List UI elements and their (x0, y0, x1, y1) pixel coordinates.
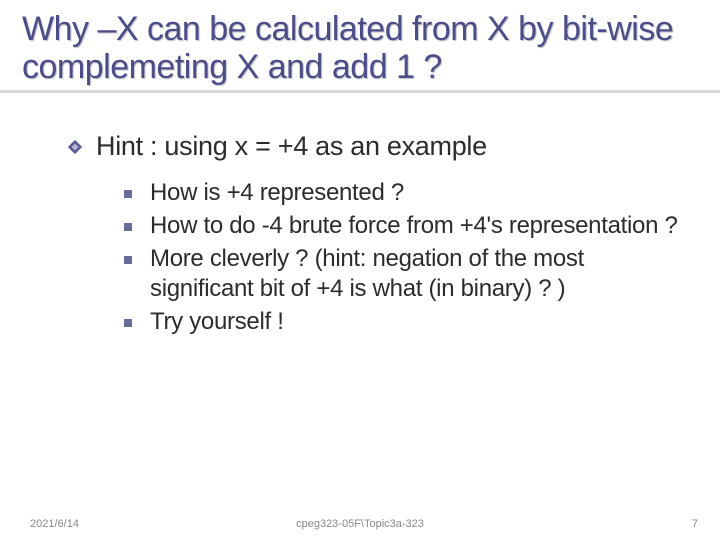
hint-text: Hint : using x = +4 as an example (96, 131, 487, 162)
square-bullet-icon (124, 319, 132, 327)
square-bullet-icon (124, 256, 132, 264)
slide-title: Why –X can be calculated from X by bit-w… (22, 10, 700, 86)
list-item: Try yourself ! (124, 307, 690, 338)
list-item: More cleverly ? (hint: negation of the m… (124, 244, 690, 305)
square-bullet-icon (124, 223, 132, 231)
footer-path: cpeg323-05F\Topic3a-323 (296, 518, 424, 530)
sub-list: How is +4 represented ? How to do -4 bru… (124, 178, 690, 338)
slide-footer: 2021/6/14 cpeg323-05F\Topic3a-323 7 (0, 518, 720, 530)
slide-body: Hint : using x = +4 as an example How is… (0, 93, 720, 338)
diamond-bullet-icon (68, 140, 82, 154)
item-text: How to do -4 brute force from +4's repre… (150, 211, 678, 242)
list-item: How to do -4 brute force from +4's repre… (124, 211, 690, 242)
list-item: How is +4 represented ? (124, 178, 690, 209)
footer-date: 2021/6/14 (30, 518, 79, 530)
hint-row: Hint : using x = +4 as an example (68, 131, 690, 162)
title-block: Why –X can be calculated from X by bit-w… (0, 0, 720, 93)
footer-page-number: 7 (692, 518, 698, 530)
slide: Why –X can be calculated from X by bit-w… (0, 0, 720, 540)
item-text: More cleverly ? (hint: negation of the m… (150, 244, 690, 305)
item-text: How is +4 represented ? (150, 178, 404, 209)
item-text: Try yourself ! (150, 307, 284, 338)
square-bullet-icon (124, 190, 132, 198)
